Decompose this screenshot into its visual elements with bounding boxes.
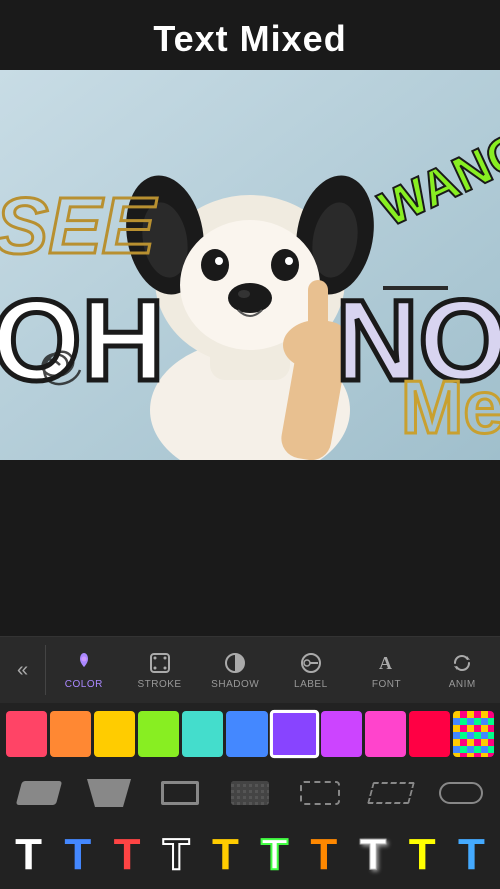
- svg-text:A: A: [379, 653, 392, 673]
- text-style-green-outline[interactable]: T: [252, 829, 297, 881]
- text-style-orange[interactable]: T: [301, 829, 346, 881]
- text-style-white[interactable]: T: [6, 829, 51, 881]
- color-swatch-lime[interactable]: [138, 711, 179, 757]
- color-swatch-blue[interactable]: [226, 711, 267, 757]
- shape-parallelogram-outline[interactable]: [357, 771, 423, 815]
- shadow-icon: [223, 650, 247, 676]
- canvas-text-me[interactable]: Me: [401, 364, 500, 450]
- color-swatch-cyan[interactable]: [182, 711, 223, 757]
- tool-color[interactable]: COLOR: [46, 646, 122, 694]
- tool-shadow[interactable]: SHADOW: [197, 646, 273, 694]
- shape-trapezoid[interactable]: [76, 771, 142, 815]
- label-label: LABEL: [294, 679, 328, 690]
- page-title: Text Mixed: [0, 18, 500, 60]
- tool-label[interactable]: LABEL: [273, 646, 349, 694]
- toolbar: « COLOR STROKE: [0, 636, 500, 703]
- back-icon: «: [17, 659, 28, 682]
- color-swatch-pink[interactable]: [365, 711, 406, 757]
- dash-line: [383, 286, 448, 290]
- bottom-panel: « COLOR STROKE: [0, 636, 500, 889]
- color-swatch-crimson[interactable]: [409, 711, 450, 757]
- stroke-icon: [148, 650, 172, 676]
- color-label: COLOR: [65, 679, 103, 690]
- text-style-dark-outline[interactable]: T: [154, 829, 199, 881]
- shape-rect-outline[interactable]: [147, 771, 213, 815]
- color-swatch-yellow[interactable]: [94, 711, 135, 757]
- color-swatch-violet[interactable]: [321, 711, 362, 757]
- text-style-gray[interactable]: T: [350, 829, 395, 881]
- shape-rect-dotted[interactable]: [217, 771, 283, 815]
- label-icon: [299, 650, 323, 676]
- text-style-blue[interactable]: T: [55, 829, 100, 881]
- canvas-area[interactable]: SEE OH NO WANG Me: [0, 70, 500, 460]
- tool-anim[interactable]: ANIM: [424, 646, 500, 694]
- text-style-light-blue[interactable]: T: [449, 829, 494, 881]
- stroke-label: STROKE: [137, 679, 181, 690]
- header: Text Mixed: [0, 0, 500, 70]
- shape-row: [0, 765, 500, 821]
- canvas-text-see[interactable]: SEE: [0, 180, 155, 272]
- shape-pill[interactable]: [428, 771, 494, 815]
- color-swatch-multi[interactable]: [453, 711, 494, 757]
- anim-icon: [450, 650, 474, 676]
- anim-label: ANIM: [449, 679, 476, 690]
- font-label: FONT: [372, 679, 401, 690]
- color-swatch-orange[interactable]: [50, 711, 91, 757]
- text-style-bright-yellow[interactable]: T: [400, 829, 445, 881]
- tool-stroke[interactable]: STROKE: [122, 646, 198, 694]
- text-style-yellow[interactable]: T: [203, 829, 248, 881]
- scribble-decoration: [15, 320, 105, 415]
- shape-rect-dashed-rounded[interactable]: [287, 771, 353, 815]
- shape-parallelogram-filled[interactable]: [6, 771, 72, 815]
- shadow-label: SHADOW: [211, 679, 259, 690]
- color-swatches-row: [0, 703, 500, 765]
- font-icon: A: [375, 650, 399, 676]
- color-swatch-red[interactable]: [6, 711, 47, 757]
- color-swatch-purple[interactable]: [269, 710, 318, 758]
- text-style-red[interactable]: T: [104, 829, 149, 881]
- color-icon: [72, 650, 96, 676]
- back-button[interactable]: «: [0, 645, 46, 695]
- text-style-row: T T T T T T T T T T: [0, 821, 500, 889]
- tool-font[interactable]: A FONT: [349, 646, 425, 694]
